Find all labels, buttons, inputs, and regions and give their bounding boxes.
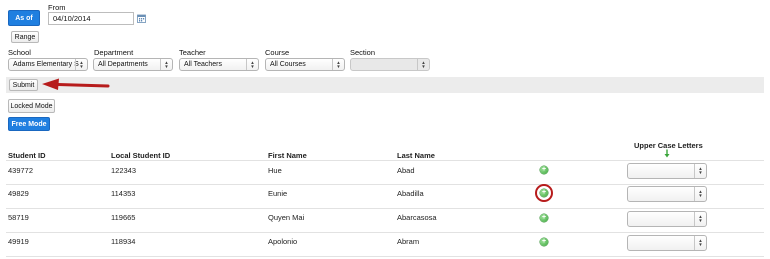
school-label: School xyxy=(8,48,31,57)
free-mode-button[interactable]: Free Mode xyxy=(8,117,50,131)
school-select-value: Adams Elementary S xyxy=(13,61,79,68)
cell-last-name: Abarcasosa xyxy=(397,213,437,222)
row-divider xyxy=(6,256,764,257)
teacher-label: Teacher xyxy=(179,48,206,57)
upper-case-letters-select[interactable]: ▲ ▼ xyxy=(627,211,707,227)
plus-circle-icon[interactable]: + xyxy=(540,214,548,222)
down-arrow-icon[interactable] xyxy=(664,149,670,158)
header-divider xyxy=(6,160,764,161)
locked-mode-button[interactable]: Locked Mode xyxy=(8,99,55,113)
header-student-id[interactable]: Student ID xyxy=(8,151,46,160)
row-divider xyxy=(6,208,764,209)
select-arrows-icon: ▲ ▼ xyxy=(417,59,429,70)
calendar-icon[interactable] xyxy=(137,14,146,23)
submit-button[interactable]: Submit xyxy=(9,79,38,91)
select-arrows-icon: ▲ ▼ xyxy=(694,164,706,178)
course-select-value: All Courses xyxy=(270,61,306,68)
select-arrows-icon: ▲ ▼ xyxy=(332,59,344,70)
cell-last-name: Abad xyxy=(397,166,415,175)
row-divider xyxy=(6,232,764,233)
cell-local-student-id: 118934 xyxy=(111,237,136,246)
school-select[interactable]: Adams Elementary S ▲ ▼ xyxy=(8,58,88,71)
course-label: Course xyxy=(265,48,290,57)
department-label: Department xyxy=(94,48,134,57)
upper-case-letters-select[interactable]: ▲ ▼ xyxy=(627,163,707,179)
plus-circle-icon[interactable]: + xyxy=(540,166,548,174)
cell-local-student-id: 114353 xyxy=(111,189,136,198)
select-arrows-icon: ▲ ▼ xyxy=(75,59,87,70)
header-local-student-id[interactable]: Local Student ID xyxy=(111,151,170,160)
row-divider xyxy=(6,184,764,185)
department-select[interactable]: All Departments ▲ ▼ xyxy=(93,58,173,71)
from-date-input[interactable]: 04/10/2014 xyxy=(48,12,134,25)
select-arrows-icon: ▲ ▼ xyxy=(160,59,172,70)
as-of-button[interactable]: As of xyxy=(8,10,40,26)
cell-first-name: Hue xyxy=(268,166,282,175)
range-button[interactable]: Range xyxy=(11,31,39,43)
select-arrows-icon: ▲ ▼ xyxy=(694,236,706,250)
course-select[interactable]: All Courses ▲ ▼ xyxy=(265,58,345,71)
highlight-circle xyxy=(535,184,553,202)
teacher-select[interactable]: All Teachers ▲ ▼ xyxy=(179,58,259,71)
upper-case-letters-select[interactable]: ▲ ▼ xyxy=(627,235,707,251)
cell-first-name: Quyen Mai xyxy=(268,213,305,222)
cell-first-name: Apolonio xyxy=(268,237,298,246)
section-label: Section xyxy=(350,48,376,57)
upper-case-letters-select[interactable]: ▲ ▼ xyxy=(627,186,707,202)
from-label: From xyxy=(48,3,66,12)
cell-student-id: 49919 xyxy=(8,237,29,246)
section-select[interactable]: ▲ ▼ xyxy=(350,58,430,71)
teacher-select-value: All Teachers xyxy=(184,61,223,68)
select-arrows-icon: ▲ ▼ xyxy=(694,212,706,226)
plus-circle-icon[interactable]: + xyxy=(540,238,548,246)
header-first-name[interactable]: First Name xyxy=(268,151,307,160)
header-last-name[interactable]: Last Name xyxy=(397,151,435,160)
select-arrows-icon: ▲ ▼ xyxy=(694,187,706,201)
submit-bar xyxy=(6,77,764,93)
cell-first-name: Eunie xyxy=(268,189,288,198)
cell-student-id: 49829 xyxy=(8,189,29,198)
cell-local-student-id: 122343 xyxy=(111,166,137,175)
cell-student-id: 58719 xyxy=(8,213,29,222)
department-select-value: All Departments xyxy=(98,61,148,68)
cell-last-name: Abadilla xyxy=(397,189,424,198)
cell-student-id: 439772 xyxy=(8,166,34,175)
cell-last-name: Abram xyxy=(397,237,420,246)
cell-local-student-id: 119665 xyxy=(111,213,136,222)
red-arrow-icon xyxy=(40,78,110,92)
select-arrows-icon: ▲ ▼ xyxy=(246,59,258,70)
